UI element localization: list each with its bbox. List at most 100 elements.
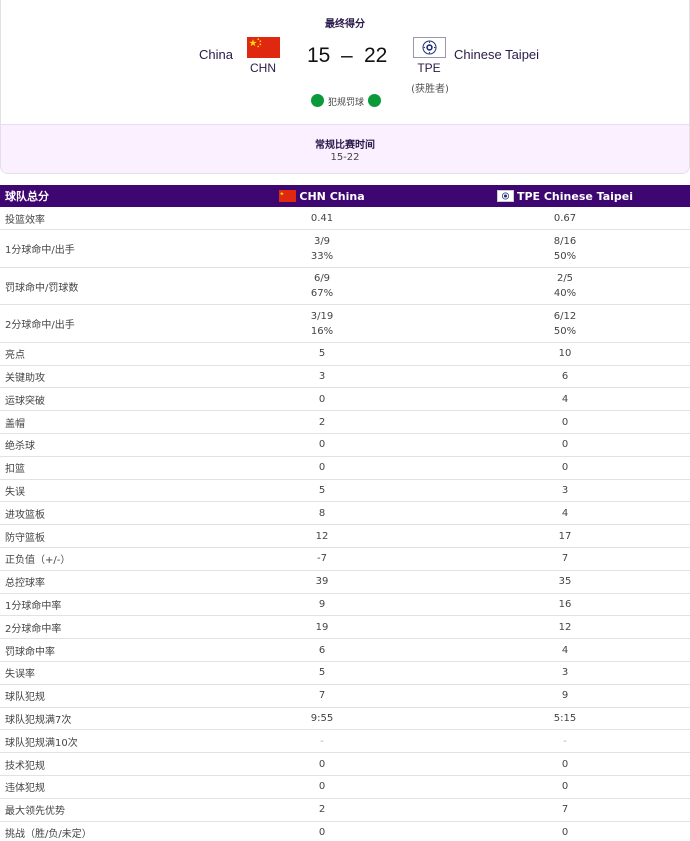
stat-value-team-a: 8 xyxy=(204,501,440,526)
stat-label: 运球突破 xyxy=(0,387,204,412)
stat-value: 4 xyxy=(561,393,569,405)
stat-value-team-b: 7 xyxy=(440,547,690,571)
stat-label: 失误率 xyxy=(0,661,204,685)
final-score-title: 最终得分 xyxy=(325,19,365,30)
stat-value: 10 xyxy=(558,348,572,360)
stat-value-team-a: 0 xyxy=(204,456,440,480)
table-row: 球队犯规满10次 - - xyxy=(0,729,690,754)
stat-value-team-a: -7 xyxy=(204,547,440,571)
stat-percentage: 40% xyxy=(553,288,577,300)
table-row: 挑战（胜/负/未定） 0 0 xyxy=(0,821,690,841)
stat-value-team-b: 12 xyxy=(440,615,690,640)
stat-value: 2 xyxy=(318,416,326,428)
stat-label: 2分球命中率 xyxy=(0,615,204,640)
stat-label: 最大领先优势 xyxy=(0,798,204,822)
stat-value-team-a: 5 xyxy=(204,661,440,685)
table-header-title: 球队总分 xyxy=(0,185,204,207)
table-row: 扣篮 0 0 xyxy=(0,456,690,480)
stat-value-team-a: 2 xyxy=(204,410,440,434)
stat-value-team-a: 2 xyxy=(204,798,440,822)
stat-value: 0.67 xyxy=(553,212,577,224)
stat-label: 亮点 xyxy=(0,342,204,366)
stat-value: 2 xyxy=(318,804,326,816)
stat-value: 0 xyxy=(561,826,569,838)
stat-value-team-a: 7 xyxy=(204,684,440,708)
stat-value-team-a: 0 xyxy=(204,433,440,457)
stat-value-team-b: 5:15 xyxy=(440,707,690,731)
stat-value: 5 xyxy=(318,348,326,360)
team-b-score: 22 xyxy=(364,44,388,67)
stat-label: 罚球命中/罚球数 xyxy=(0,267,204,306)
stat-label: 失误 xyxy=(0,479,204,503)
table-row: 运球突破 0 4 xyxy=(0,387,690,412)
stat-value-team-a: 0 xyxy=(204,752,440,776)
stat-label: 技术犯规 xyxy=(0,752,204,776)
stat-value-team-a: 39 xyxy=(204,570,440,594)
stat-value: 5:15 xyxy=(553,712,577,724)
stat-value: 0 xyxy=(318,439,326,451)
stat-value: 6/9 xyxy=(313,273,331,285)
stat-value-team-a: 0 xyxy=(204,821,440,841)
stat-value: 6 xyxy=(561,370,569,382)
foul-indicator-row: 犯规罚球 xyxy=(1,94,689,108)
stat-value-team-b: 4 xyxy=(440,638,690,662)
stat-percentage: 33% xyxy=(310,250,334,262)
table-header-team-a: CHN China xyxy=(204,185,440,207)
period-panel: 常规比赛时间 15-22 xyxy=(1,124,689,173)
stat-value-team-b: 4 xyxy=(440,501,690,526)
stat-value: 0 xyxy=(561,781,569,793)
table-row: 盖帽 2 0 xyxy=(0,410,690,434)
stat-value-team-a: 0 xyxy=(204,775,440,799)
table-header-row: 球队总分 CHN China TPE Chinese Taipei xyxy=(0,185,690,207)
table-row: 1分球命中率 9 16 xyxy=(0,593,690,617)
stat-value: - xyxy=(320,735,324,747)
stat-value: 3 xyxy=(561,484,569,496)
stat-value: 12 xyxy=(558,621,572,633)
stat-label: 正负值（+/-） xyxy=(0,547,204,571)
team-b-name: Chinese Taipei xyxy=(454,47,540,62)
table-row: 球队犯规 7 9 xyxy=(0,684,690,708)
stat-value: 9 xyxy=(318,598,326,610)
table-row: 正负值（+/-） -7 7 xyxy=(0,547,690,571)
stat-label: 扣篮 xyxy=(0,456,204,480)
table-row: 总控球率 39 35 xyxy=(0,570,690,594)
stat-value-team-a: 3/9 33% xyxy=(204,229,440,268)
stat-value: 5 xyxy=(318,484,326,496)
stat-value: 4 xyxy=(561,644,569,656)
table-row: 防守篮板 12 17 xyxy=(0,524,690,548)
china-flag-icon xyxy=(247,37,280,58)
stat-value: - xyxy=(563,735,567,747)
stat-value-team-b: 4 xyxy=(440,387,690,412)
stat-value: 0 xyxy=(561,439,569,451)
stat-label: 盖帽 xyxy=(0,410,204,434)
stat-value: 3/19 xyxy=(310,310,334,322)
stat-value: 0 xyxy=(561,462,569,474)
stat-label: 挑战（胜/负/未定） xyxy=(0,821,204,841)
stat-value-team-a: 9:55 xyxy=(204,707,440,731)
stat-label: 1分球命中率 xyxy=(0,593,204,617)
stat-label: 进攻篮板 xyxy=(0,501,204,526)
stat-value: 0 xyxy=(318,462,326,474)
stat-value: 0 xyxy=(318,758,326,770)
table-row: 球队犯规满7次 9:55 5:15 xyxy=(0,707,690,731)
table-row: 违体犯规 0 0 xyxy=(0,775,690,799)
stat-value: 19 xyxy=(315,621,329,633)
stat-value-team-b: 0.67 xyxy=(440,207,690,231)
table-row: 投篮效率 0.41 0.67 xyxy=(0,207,690,231)
stat-value: 39 xyxy=(315,576,329,588)
stat-value-team-b: 0 xyxy=(440,775,690,799)
stat-value: 7 xyxy=(561,804,569,816)
team-b-code: TPE xyxy=(417,61,441,75)
table-row: 技术犯规 0 0 xyxy=(0,752,690,776)
score-separator: – xyxy=(341,44,353,67)
period-score: 15-22 xyxy=(330,152,360,163)
stat-value: 9:55 xyxy=(310,712,334,724)
stat-label: 1分球命中/出手 xyxy=(0,229,204,268)
stat-percentage: 50% xyxy=(553,325,577,337)
stat-value-team-a: 5 xyxy=(204,342,440,366)
stat-value-team-b: 0 xyxy=(440,410,690,434)
stat-label: 违体犯规 xyxy=(0,775,204,799)
stat-value: 3 xyxy=(318,370,326,382)
stat-value: 6 xyxy=(318,644,326,656)
team-b-foul-dot-icon xyxy=(368,94,381,107)
